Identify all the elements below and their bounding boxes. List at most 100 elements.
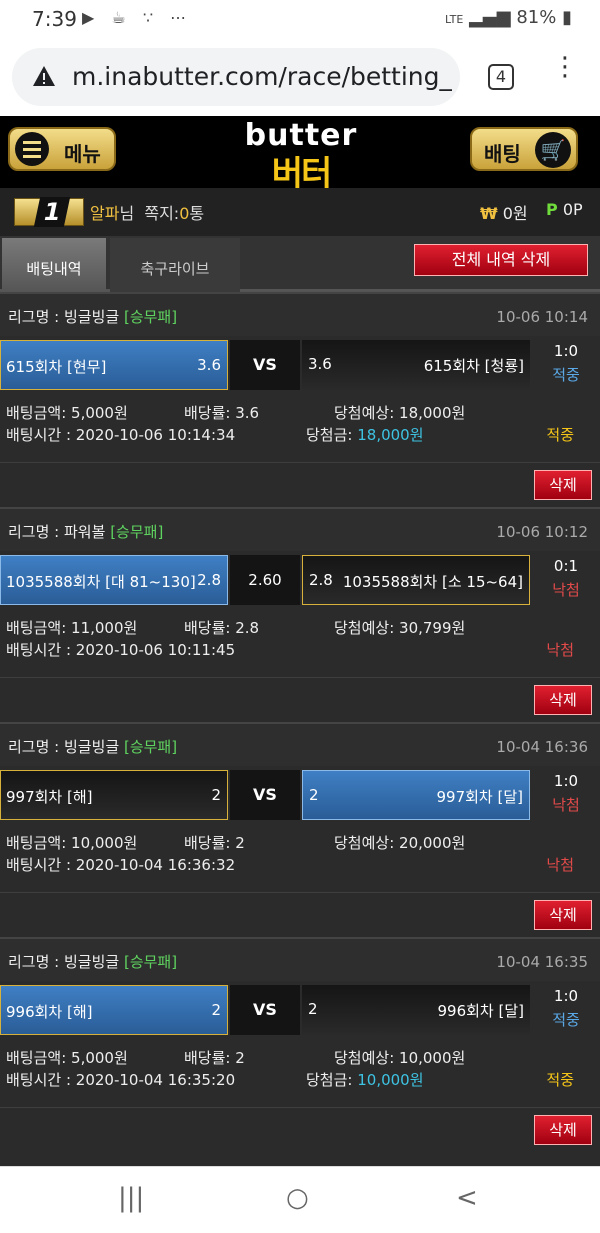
bet-odds: 배당률: 2 [184,1047,245,1068]
match-result: 적중 [552,366,580,384]
delete-button[interactable]: 삭제 [534,900,592,930]
tab-soccer-live[interactable]: 축구라이브 [110,238,240,292]
odds-value: 2 [235,834,245,852]
expected-win: 당첨예상: 18,000원 [334,402,465,423]
match-row: 615회차 [현무] 3.6 VS 3.6 615회차 [청룡] 1:0 적중 [0,340,600,392]
bet-odds: 배당률: 2.8 [184,617,259,638]
divider [0,462,600,463]
status-right: LTE ▂▄▆ 81% ▮ [445,7,572,28]
bet-info: 배팅금액: 10,000원 배당률: 2 당첨예상: 20,000원 배팅시간 … [0,826,600,890]
bet-time: 배팅시간 : 2020-10-04 16:35:20 [6,1069,235,1090]
bet-status: 적중 [546,426,574,444]
time-label: 배팅시간 : [6,426,76,444]
league-label: 리그명 : [8,953,64,971]
team-b-odds: 2 [309,786,319,804]
expected-label: 당첨예상: [334,834,400,852]
odds-label: 배당률: [184,404,236,422]
expected-label: 당첨예상: [334,619,400,637]
league-value: 빙글빙글 [64,953,120,971]
league-header: 리그명 : 파워볼 [승무패] 10-06 10:12 [0,507,600,551]
tab-betting-history[interactable]: 배팅내역 [2,238,106,292]
divider [0,677,600,678]
win-amount-label: 당첨금: [306,1071,358,1089]
bet-type: [승무패] [123,308,178,326]
tab-switcher-button[interactable]: 4 [488,64,514,90]
league-label: 리그명 : [8,308,64,326]
team-b-pick[interactable]: 2 997회차 [달] [302,770,530,820]
league-value: 파워볼 [64,523,106,541]
lte-icon: LTE [445,13,464,26]
time-label: 배팅시간 : [6,1071,76,1089]
odds-value: 2 [235,1049,245,1067]
back-icon[interactable]: < [456,1183,478,1213]
warning-icon[interactable] [32,64,56,88]
site-logo[interactable]: butter 버터 [236,118,366,194]
bet-date: 10-04 16:35 [496,953,588,971]
rank-number: 1 [33,197,71,227]
delete-button[interactable]: 삭제 [534,470,592,500]
delete-button[interactable]: 삭제 [534,1115,592,1145]
address-bar[interactable]: m.inabutter.com/race/betting_lis [12,48,460,106]
home-icon[interactable]: ○ [286,1183,309,1213]
match-score: 1:0 [553,772,579,790]
bet-odds: 배당률: 2 [184,832,245,853]
bet-amount: 배팅금액: 5,000원 [6,402,128,423]
odds-value: 3.6 [235,404,260,422]
league-header: 리그명 : 빙글빙글 [승무패] 10-04 16:35 [0,937,600,981]
team-a-odds: 2 [211,1001,221,1019]
team-b-odds: 3.6 [308,355,332,373]
bet-button[interactable]: 배팅 🛒 [470,127,578,171]
league-name: 리그명 : 파워볼 [승무패] [8,521,163,542]
team-a-pick[interactable]: 996회차 [해] 2 [0,985,228,1035]
team-b-odds: 2 [308,1000,318,1018]
win-amount-value: 18,000원 [357,426,424,444]
status-bar: 7:39 ▶ ☕ ∵ ⋯ LTE ▂▄▆ 81% ▮ [0,0,600,40]
league-label: 리그명 : [8,738,64,756]
bet-type: [승무패] [123,738,178,756]
message-label[interactable]: 쪽지: [144,204,179,223]
menu-button[interactable]: 메뉴 [8,127,116,171]
bet-date: 10-04 16:36 [496,738,588,756]
message-count[interactable]: 0 [179,204,189,223]
team-b-pick[interactable]: 2.8 1035588회차 [소 15~64] [302,555,530,605]
match-result: 적중 [552,1011,580,1029]
delete-all-button[interactable]: 전체 내역 삭제 [414,244,588,276]
league-value: 빙글빙글 [64,738,120,756]
team-b-name: 996회차 [달] [437,1002,524,1020]
odds-label: 배당률: [184,619,236,637]
signal-icon: ▂▄▆ [469,7,511,28]
recent-apps-icon[interactable]: ||| [118,1183,144,1213]
expected-win: 당첨예상: 20,000원 [334,832,465,853]
match-mid: VS [230,340,300,390]
bet-date: 10-06 10:12 [496,523,588,541]
tab-row: 배팅내역 축구라이브 전체 내역 삭제 [0,236,600,292]
url-text[interactable]: m.inabutter.com/race/betting_lis [72,62,452,91]
amount-value: 10,000원 [71,834,138,852]
win-amount: 당첨금: 18,000원 [306,424,424,445]
bet-info: 배팅금액: 5,000원 배당률: 3.6 당첨예상: 18,000원 배팅시간… [0,396,600,460]
team-b-pick[interactable]: 3.6 615회차 [청룡] [302,340,530,390]
menu-label: 메뉴 [64,142,101,166]
team-a-pick[interactable]: 997회차 [해] 2 [0,770,228,820]
odds-label: 배당률: [184,1049,236,1067]
more-options-icon[interactable]: ⋮ [552,54,578,94]
betting-page: 메뉴 butter 버터 배팅 🛒 1 알파님 쪽지:0통 ₩ 0원 P 0 P … [0,116,600,1166]
system-nav-bar: ||| ○ < [0,1166,600,1233]
user-name: 알파 [90,204,120,223]
league-value: 빙글빙글 [64,308,120,326]
bet-time: 배팅시간 : 2020-10-04 16:36:32 [6,854,235,875]
amount-label: 배팅금액: [6,1049,72,1067]
expected-win: 당첨예상: 10,000원 [334,1047,465,1068]
expected-label: 당첨예상: [334,404,400,422]
bet-info: 배팅금액: 5,000원 배당률: 2 당첨예상: 10,000원 배팅시간 :… [0,1041,600,1105]
time-value: 2020-10-06 10:14:34 [75,426,236,444]
delete-button[interactable]: 삭제 [534,685,592,715]
team-a-pick[interactable]: 615회차 [현무] 3.6 [0,340,228,390]
time-value: 2020-10-06 10:11:45 [75,641,236,659]
point-value: 0P [562,200,583,219]
team-a-pick[interactable]: 1035588회차 [대 81~130] 2.8 [0,555,228,605]
match-row: 996회차 [해] 2 VS 2 996회차 [달] 1:0 적중 [0,985,600,1037]
odds-value: 2.8 [235,619,260,637]
team-b-name: 1035588회차 [소 15~64] [342,573,523,591]
team-b-pick[interactable]: 2 996회차 [달] [302,985,530,1035]
